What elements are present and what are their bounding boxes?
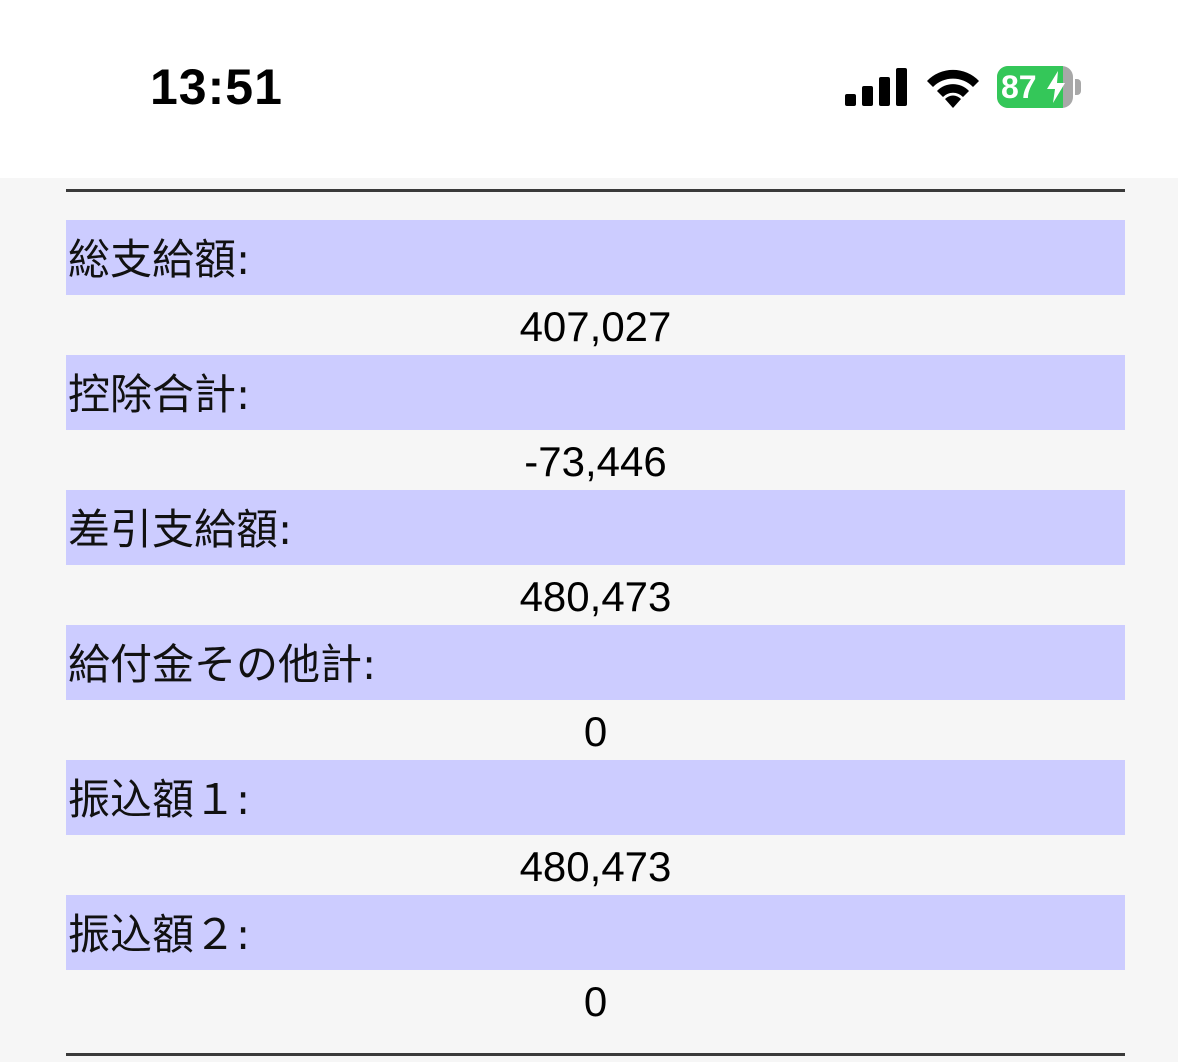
- status-time: 13:51: [150, 59, 283, 115]
- top-divider: [66, 189, 1125, 192]
- payslip-label-row: 総支給額:: [66, 220, 1125, 295]
- wifi-icon: [927, 69, 979, 108]
- battery-percent: 87: [1001, 69, 1037, 105]
- payslip-label-row: 給付金その他計:: [66, 625, 1125, 700]
- charging-bolt-icon: [1047, 71, 1065, 103]
- cellular-signal-icon: [845, 68, 907, 106]
- battery-cap: [1075, 79, 1081, 95]
- status-bar: 13:51 87: [0, 0, 1178, 178]
- payslip-value: 480,473: [519, 843, 672, 890]
- payslip-value: 0: [583, 708, 608, 755]
- payslip-label-row: 振込額２:: [66, 895, 1125, 970]
- payslip-value: 0: [583, 978, 608, 1025]
- payslip-value: -73,446: [524, 438, 667, 485]
- payslip-rows: 総支給額: 407,027 控除合計: -73,446 差引支給額: 480,473 給付金…: [66, 220, 1125, 1030]
- payslip-label-row: 差引支給額:: [66, 490, 1125, 565]
- battery-body: 87: [997, 66, 1073, 108]
- payslip-value: 407,027: [519, 303, 672, 350]
- payslip-value: 480,473: [519, 573, 672, 620]
- bottom-divider: [66, 1053, 1125, 1056]
- payslip-label-row: 振込額１:: [66, 760, 1125, 835]
- battery-indicator: 87: [997, 66, 1083, 108]
- payslip-label-row: 控除合計:: [66, 355, 1125, 430]
